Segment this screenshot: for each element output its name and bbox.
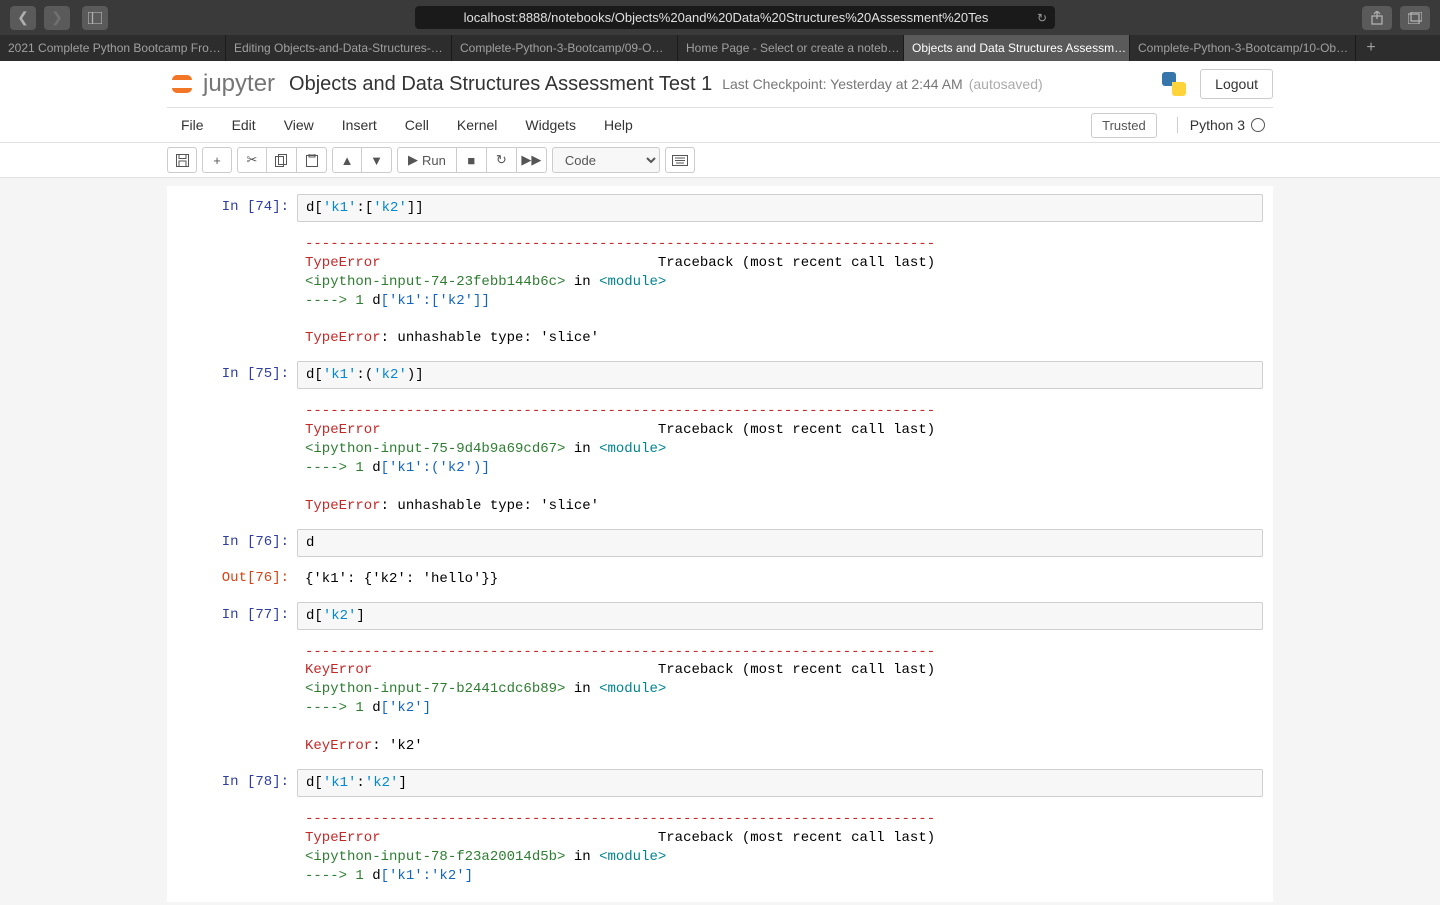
text-output: {'k1': {'k2': 'hello'}} — [297, 565, 506, 594]
restart-run-all-button[interactable]: ▶▶ — [517, 147, 547, 173]
browser-tab[interactable]: Complete-Python-3-Bootcamp/09-O… — [452, 35, 678, 61]
jupyter-header: jupyter Objects and Data Structures Asse… — [167, 61, 1273, 108]
move-down-button[interactable]: ▼ — [362, 147, 392, 173]
menu-file[interactable]: File — [167, 117, 218, 133]
tabs-overview-button[interactable] — [1400, 6, 1430, 30]
save-icon — [176, 154, 189, 167]
sidebar-icon — [88, 12, 102, 24]
command-palette-button[interactable] — [665, 147, 695, 173]
keyboard-icon — [672, 155, 688, 166]
copy-button[interactable] — [267, 147, 297, 173]
input-prompt: In [77]: — [167, 602, 297, 630]
url-text: localhost:8888/notebooks/Objects%20and%2… — [464, 10, 989, 25]
run-label: Run — [422, 153, 446, 168]
back-button[interactable]: ❮ — [10, 6, 36, 30]
share-icon — [1371, 11, 1383, 25]
browser-toolbar: ❮ ❯ localhost:8888/notebooks/Objects%20a… — [0, 0, 1440, 35]
input-prompt: In [76]: — [167, 529, 297, 557]
browser-tab[interactable]: Home Page - Select or create a noteb… — [678, 35, 904, 61]
jupyter-icon — [167, 69, 197, 99]
move-up-button[interactable]: ▲ — [332, 147, 362, 173]
menu-insert[interactable]: Insert — [328, 117, 391, 133]
menu-help[interactable]: Help — [590, 117, 647, 133]
browser-tab-bar: 2021 Complete Python Bootcamp Fro… Editi… — [0, 35, 1440, 61]
menu-widgets[interactable]: Widgets — [511, 117, 590, 133]
share-button[interactable] — [1362, 6, 1392, 30]
output-cell: Out[76]: {'k1': {'k2': 'hello'}} — [167, 563, 1273, 596]
insert-cell-button[interactable]: + — [202, 147, 232, 173]
notebook-name[interactable]: Objects and Data Structures Assessment T… — [289, 73, 712, 96]
code-cell[interactable]: In [75]: d['k1':('k2')] — [167, 359, 1273, 391]
kernel-label: Python 3 — [1190, 117, 1245, 133]
output-cell: ----------------------------------------… — [167, 803, 1273, 893]
code-input[interactable]: d['k2'] — [297, 602, 1263, 630]
save-button[interactable] — [167, 147, 197, 173]
code-input[interactable]: d — [297, 529, 1263, 557]
kernel-name[interactable]: Python 3 — [1177, 117, 1265, 133]
input-prompt: In [78]: — [167, 769, 297, 797]
input-prompt: In [74]: — [167, 194, 297, 222]
input-prompt: In [75]: — [167, 361, 297, 389]
paste-icon — [306, 154, 318, 167]
new-tab-button[interactable]: + — [1356, 35, 1386, 61]
kernel-status-icon — [1251, 118, 1265, 132]
output-prompt-empty — [167, 638, 297, 761]
copy-icon — [275, 154, 288, 167]
output-prompt: Out[76]: — [167, 565, 297, 594]
interrupt-button[interactable]: ■ — [457, 147, 487, 173]
code-cell[interactable]: In [77]: d['k2'] — [167, 600, 1273, 632]
output-cell: ----------------------------------------… — [167, 395, 1273, 522]
error-output: ----------------------------------------… — [297, 230, 943, 353]
restart-button[interactable]: ↻ — [487, 147, 517, 173]
trusted-indicator[interactable]: Trusted — [1091, 113, 1157, 138]
output-prompt-empty — [167, 397, 297, 520]
sidebar-toggle-button[interactable] — [82, 6, 108, 30]
output-cell: ----------------------------------------… — [167, 636, 1273, 763]
menu-cell[interactable]: Cell — [391, 117, 443, 133]
run-button[interactable]: ▶ Run — [397, 147, 457, 173]
python-logo-icon — [1160, 70, 1188, 98]
url-bar[interactable]: localhost:8888/notebooks/Objects%20and%2… — [415, 6, 1055, 29]
code-input[interactable]: d['k1':('k2')] — [297, 361, 1263, 389]
output-prompt-empty — [167, 230, 297, 353]
cell-type-select[interactable]: Code — [552, 147, 660, 173]
jupyter-logo-text: jupyter — [203, 70, 275, 98]
code-cell[interactable]: In [76]: d — [167, 527, 1273, 559]
cut-button[interactable]: ✂ — [237, 147, 267, 173]
code-input[interactable]: d['k1':['k2']] — [297, 194, 1263, 222]
menu-view[interactable]: View — [270, 117, 328, 133]
autosaved-text: (autosaved) — [969, 76, 1043, 92]
checkpoint-text: Last Checkpoint: Yesterday at 2:44 AM — [722, 76, 963, 92]
browser-tab-active[interactable]: Objects and Data Structures Assessm… — [904, 35, 1130, 61]
paste-button[interactable] — [297, 147, 327, 173]
output-cell: ----------------------------------------… — [167, 228, 1273, 355]
logout-button[interactable]: Logout — [1200, 69, 1273, 99]
code-input[interactable]: d['k1':'k2'] — [297, 769, 1263, 797]
notebook-area[interactable]: In [74]: d['k1':['k2']] ----------------… — [0, 178, 1440, 905]
jupyter-logo[interactable]: jupyter — [167, 69, 275, 99]
error-output: ----------------------------------------… — [297, 397, 943, 520]
toolbar: + ✂ ▲ ▼ ▶ Run ■ ↻ ▶▶ Code — [167, 143, 1273, 177]
menu-kernel[interactable]: Kernel — [443, 117, 511, 133]
reload-icon[interactable]: ↻ — [1037, 11, 1047, 25]
browser-tab[interactable]: Editing Objects-and-Data-Structures-… — [226, 35, 452, 61]
browser-tab[interactable]: 2021 Complete Python Bootcamp Fro… — [0, 35, 226, 61]
code-cell[interactable]: In [74]: d['k1':['k2']] — [167, 192, 1273, 224]
error-output: ----------------------------------------… — [297, 638, 943, 761]
error-output: ----------------------------------------… — [297, 805, 943, 891]
menu-bar: File Edit View Insert Cell Kernel Widget… — [167, 108, 1273, 142]
forward-button[interactable]: ❯ — [44, 6, 70, 30]
tabs-icon — [1408, 12, 1422, 24]
output-prompt-empty — [167, 805, 297, 891]
code-cell[interactable]: In [78]: d['k1':'k2'] — [167, 767, 1273, 799]
browser-tab[interactable]: Complete-Python-3-Bootcamp/10-Ob… — [1130, 35, 1356, 61]
menu-edit[interactable]: Edit — [218, 117, 270, 133]
